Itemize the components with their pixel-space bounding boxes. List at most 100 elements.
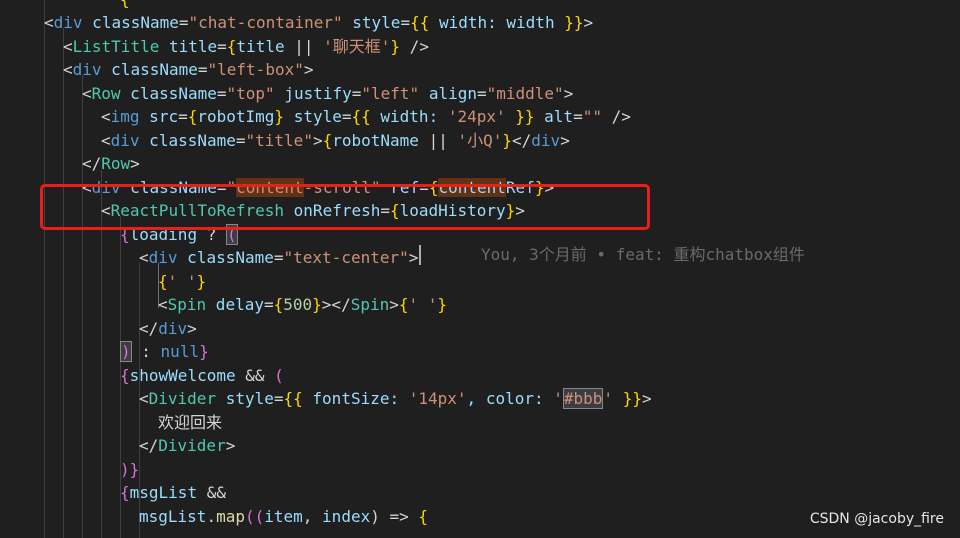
code-token: < (101, 107, 111, 126)
code-token: delay (206, 295, 264, 314)
code-token: title (236, 36, 285, 56)
code-line[interactable]: <ListTitle title={title || '聊天框'} /> (63, 35, 429, 59)
code-token: ' (553, 389, 563, 408)
code-token: /> (601, 107, 631, 126)
code-token: src (139, 107, 179, 126)
code-token: { (418, 506, 429, 526)
code-token: "middle" (486, 83, 564, 103)
code-token: ) (120, 459, 130, 479)
code-token: width: (370, 107, 448, 126)
code-token: 欢迎回来 (158, 412, 223, 432)
code-token: < (158, 295, 168, 314)
code-line[interactable]: )} (120, 458, 139, 482)
code-token: { (322, 130, 333, 150)
code-token: ( (274, 365, 284, 385)
code-token: style (284, 107, 342, 126)
code-line[interactable]: <div className="text-center"> (139, 246, 418, 270)
code-token: '聊天框' (323, 36, 391, 56)
code-token: "title" (245, 130, 313, 150)
code-line[interactable]: <div className="left-box"> (63, 58, 313, 82)
indent-guide (63, 28, 64, 538)
code-token: </ (512, 130, 532, 150)
code-token: #bbb (562, 388, 604, 409)
code-token: fontSize: (302, 389, 409, 408)
code-token: { (187, 107, 198, 126)
code-token: = (235, 130, 246, 150)
code-token: = (573, 107, 583, 126)
code-token: ListTitle (72, 36, 160, 56)
code-token: Spin (350, 295, 390, 314)
code-line[interactable]: {msgList && (120, 481, 226, 505)
code-line[interactable]: </Divider> (139, 434, 235, 458)
code-token: "text-center" (283, 248, 409, 267)
code-token: { (273, 295, 284, 314)
code-token: { (158, 271, 168, 291)
code-token: } (312, 295, 322, 314)
code-token: '小Q' (457, 130, 503, 150)
code-token: map (216, 506, 245, 526)
code-line[interactable]: {' '} (158, 270, 206, 294)
code-token: } (129, 459, 140, 479)
code-line[interactable]: 欢迎回来 (158, 411, 222, 435)
code-token: > (130, 154, 140, 173)
code-token: className (101, 60, 198, 79)
code-token: {{ (283, 389, 303, 408)
code-line[interactable]: { (120, 0, 130, 11)
code-line[interactable]: <Row className="top" justify="left" alig… (82, 82, 573, 106)
indent-guide (82, 75, 83, 538)
code-token: = (178, 107, 188, 126)
code-line[interactable]: <Divider style={{ fontSize: '14px', colo… (139, 387, 652, 411)
code-token: } (196, 271, 207, 291)
code-token: '24px' (447, 107, 506, 126)
code-token: = (263, 295, 274, 314)
code-token: = (217, 36, 227, 56)
code-token: > (641, 389, 652, 408)
code-token: < (63, 60, 73, 79)
code-token: : (131, 342, 161, 361)
code-token: < (63, 36, 73, 56)
code-token: = (197, 60, 208, 79)
code-line[interactable]: </div> (139, 317, 197, 341)
code-token: </ (82, 154, 102, 173)
code-token: robotName (332, 130, 419, 150)
code-token: } (390, 36, 401, 56)
code-token: = (400, 13, 411, 32)
highlight-annotation-box (40, 184, 650, 230)
code-token: < (82, 83, 92, 103)
code-token: }} (613, 389, 642, 408)
code-token: alt (534, 107, 574, 126)
code-line[interactable]: ) : null} (120, 340, 209, 364)
code-token: "left" (361, 83, 420, 103)
code-token: (( (244, 506, 265, 526)
code-line[interactable]: msgList.map((item, index) => { (139, 505, 428, 529)
code-token: { (120, 365, 130, 385)
code-token: img (110, 107, 140, 126)
code-token: } (502, 130, 513, 150)
code-line[interactable]: <img src={robotImg} style={{ width: '24p… (101, 105, 631, 129)
code-token: } (437, 295, 448, 314)
code-token: className (177, 248, 274, 267)
code-token: , color: (466, 389, 554, 408)
code-token: } (274, 107, 285, 126)
code-line[interactable]: {showWelcome && ( (120, 364, 284, 388)
code-token: {{ (410, 13, 430, 32)
code-token: = (216, 83, 227, 103)
code-token: > (225, 436, 236, 455)
code-token: = (273, 248, 284, 267)
code-token: { (226, 36, 237, 56)
code-token: > (563, 83, 574, 103)
code-token: div (148, 248, 178, 267)
code-line[interactable]: <Spin delay={500}></Spin>{' '} (158, 293, 447, 317)
code-token: = (476, 83, 487, 103)
code-token: '14px' (408, 389, 467, 408)
code-line[interactable]: <div className="title">{robotName || '小Q… (101, 129, 570, 153)
code-editor[interactable]: {<div className="chat-container" style={… (0, 0, 960, 538)
code-token: width: (429, 13, 507, 32)
code-line[interactable]: <div className="chat-container" style={{… (44, 11, 593, 35)
code-line[interactable]: </Row> (82, 152, 140, 176)
code-token: className (82, 13, 179, 32)
code-token: className (139, 130, 236, 150)
code-token: Row (101, 154, 131, 173)
code-token: align (419, 83, 477, 103)
code-token: }} (554, 13, 584, 32)
